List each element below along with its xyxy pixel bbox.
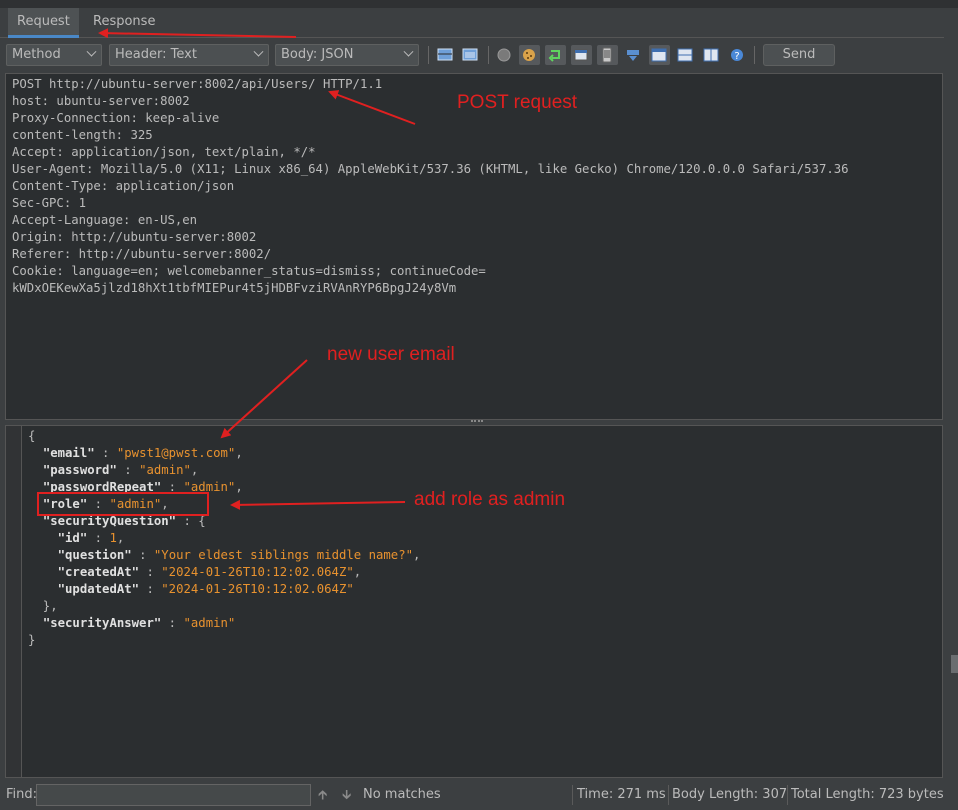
annotation-arrows (98, 28, 416, 510)
arrow-to-role (230, 499, 406, 510)
arrow-to-request-line (328, 90, 416, 125)
arrow-to-email (220, 359, 308, 439)
arrow-to-request-tab (98, 28, 297, 39)
